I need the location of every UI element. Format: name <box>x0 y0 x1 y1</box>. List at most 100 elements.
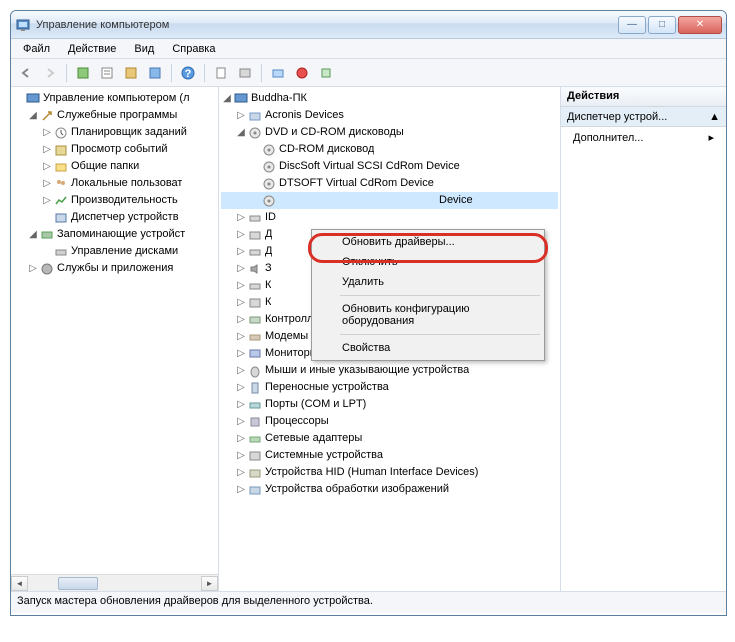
tree-item[interactable]: Службы и приложения <box>57 260 173 277</box>
expand-icon[interactable]: ▷ <box>235 396 247 413</box>
back-button[interactable] <box>15 62 37 84</box>
expand-icon[interactable]: ▷ <box>235 294 247 311</box>
expand-icon[interactable]: ▷ <box>235 345 247 362</box>
tree-item[interactable]: Д <box>265 226 272 243</box>
minimize-button[interactable]: — <box>618 16 646 34</box>
scan-icon[interactable] <box>267 62 289 84</box>
tree-item[interactable]: Acronis Devices <box>265 107 344 124</box>
expand-icon[interactable]: ▷ <box>235 226 247 243</box>
tool-icon[interactable] <box>315 62 337 84</box>
tree-item[interactable]: CD-ROM дисковод <box>279 141 374 158</box>
forward-button[interactable] <box>39 62 61 84</box>
help-icon[interactable]: ? <box>177 62 199 84</box>
expand-icon[interactable]: ▷ <box>235 413 247 430</box>
actions-header: Действия <box>561 87 726 107</box>
tree-item[interactable]: Процессоры <box>265 413 329 430</box>
expand-icon[interactable]: ▷ <box>235 311 247 328</box>
device-icon <box>247 227 263 243</box>
chevron-up-icon[interactable]: ▲ <box>709 111 720 123</box>
expand-icon[interactable]: ▷ <box>27 260 39 277</box>
tree-item[interactable]: Просмотр событий <box>71 141 168 158</box>
tree-item[interactable]: Д <box>265 243 272 260</box>
ctx-scan-hardware[interactable]: Обновить конфигурацию оборудования <box>314 299 542 331</box>
expand-icon[interactable]: ▷ <box>41 175 53 192</box>
ctx-delete[interactable]: Удалить <box>314 272 542 292</box>
tree-item[interactable]: К <box>265 277 271 294</box>
expand-icon[interactable]: ▷ <box>41 158 53 175</box>
tree-item[interactable]: Мониторы <box>265 345 318 362</box>
tree-item[interactable]: К <box>265 294 271 311</box>
tree-item[interactable]: DTSOFT Virtual CdRom Device <box>279 175 434 192</box>
tree-item[interactable]: Устройства обработки изображений <box>265 481 449 498</box>
scroll-right-button[interactable]: ► <box>201 576 218 591</box>
expand-icon[interactable]: ▷ <box>235 464 247 481</box>
menu-view[interactable]: Вид <box>126 41 162 57</box>
tree-item[interactable]: Управление дисками <box>71 243 178 260</box>
expand-icon[interactable]: ▷ <box>235 107 247 124</box>
tree-item[interactable]: Планировщик заданий <box>71 124 187 141</box>
expand-icon[interactable]: ▷ <box>235 243 247 260</box>
port-icon <box>247 397 263 413</box>
expand-icon[interactable]: ▷ <box>41 124 53 141</box>
ctx-disable[interactable]: Отключить <box>314 252 542 272</box>
actions-subheader[interactable]: Диспетчер устрой... ▲ <box>561 107 726 127</box>
expand-icon[interactable]: ▷ <box>235 328 247 345</box>
context-menu: Обновить драйверы... Отключить Удалить О… <box>311 229 545 361</box>
tree-root[interactable]: Buddha-ПК <box>251 90 307 107</box>
disc-icon <box>261 176 277 192</box>
expand-icon[interactable]: ▷ <box>41 141 53 158</box>
menu-action[interactable]: Действие <box>60 41 124 57</box>
tree-item-selected[interactable]: Device <box>279 192 473 209</box>
collapse-icon[interactable]: ◢ <box>221 90 233 107</box>
tree-item[interactable]: DVD и CD-ROM дисководы <box>265 124 404 141</box>
tool-icon[interactable] <box>234 62 256 84</box>
menu-file[interactable]: Файл <box>15 41 58 57</box>
tree-item[interactable]: Модемы <box>265 328 308 345</box>
tool-icon[interactable] <box>120 62 142 84</box>
properties-icon[interactable] <box>96 62 118 84</box>
collapse-icon[interactable]: ◢ <box>27 107 39 124</box>
expand-icon[interactable]: ▷ <box>41 192 53 209</box>
tree-item[interactable]: Служебные программы <box>57 107 177 124</box>
expand-icon[interactable]: ▷ <box>235 481 247 498</box>
maximize-button[interactable]: □ <box>648 16 676 34</box>
horizontal-scrollbar[interactable]: ◄ ► <box>11 574 218 591</box>
collapse-icon[interactable]: ◢ <box>27 226 39 243</box>
menu-help[interactable]: Справка <box>164 41 223 57</box>
tool-icon[interactable] <box>210 62 232 84</box>
tree-item[interactable]: Диспетчер устройств <box>71 209 179 226</box>
tree-item[interactable]: Сетевые адаптеры <box>265 430 362 447</box>
tree-item[interactable]: Общие папки <box>71 158 139 175</box>
tree-item[interactable]: З <box>265 260 272 277</box>
close-button[interactable]: ✕ <box>678 16 722 34</box>
expand-icon[interactable]: ▷ <box>235 430 247 447</box>
tree-item[interactable]: Производительность <box>71 192 178 209</box>
tree-root[interactable]: Управление компьютером (л <box>43 90 190 107</box>
expand-icon[interactable]: ▷ <box>235 362 247 379</box>
tree-item[interactable]: Устройства HID (Human Interface Devices) <box>265 464 478 481</box>
actions-more[interactable]: Дополнител... ▸ <box>561 127 726 148</box>
disc-icon <box>261 193 277 209</box>
scroll-left-button[interactable]: ◄ <box>11 576 28 591</box>
expand-icon[interactable]: ▷ <box>235 379 247 396</box>
ctx-update-drivers[interactable]: Обновить драйверы... <box>314 232 542 252</box>
tree-item[interactable]: Запоминающие устройст <box>57 226 185 243</box>
tool-icon[interactable] <box>72 62 94 84</box>
tree-item[interactable]: Мыши и иные указывающие устройства <box>265 362 469 379</box>
tool-icon[interactable] <box>144 62 166 84</box>
ctx-properties[interactable]: Свойства <box>314 338 542 358</box>
tree-item[interactable]: Переносные устройства <box>265 379 389 396</box>
expand-icon[interactable]: ▷ <box>235 277 247 294</box>
expand-icon[interactable]: ▷ <box>235 260 247 277</box>
expand-icon[interactable]: ▷ <box>235 209 247 226</box>
scroll-thumb[interactable] <box>58 577 98 590</box>
tree-item[interactable]: Системные устройства <box>265 447 383 464</box>
tree-item[interactable]: DiscSoft Virtual SCSI CdRom Device <box>279 158 460 175</box>
tree-item[interactable]: Порты (COM и LPT) <box>265 396 366 413</box>
tree-item[interactable]: ID <box>265 209 276 226</box>
expand-icon[interactable]: ▷ <box>235 447 247 464</box>
tool-icon[interactable] <box>291 62 313 84</box>
tree-item[interactable]: Локальные пользоват <box>71 175 182 192</box>
management-tree[interactable]: Управление компьютером (л ◢ Служебные про… <box>11 87 218 280</box>
collapse-icon[interactable]: ◢ <box>235 124 247 141</box>
